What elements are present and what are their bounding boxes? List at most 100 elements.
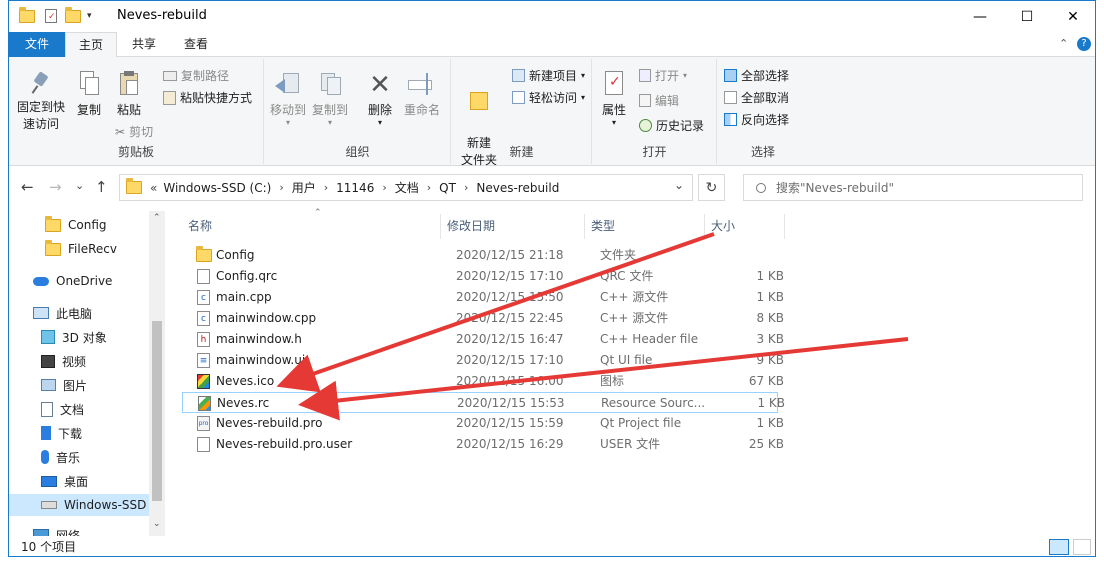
breadcrumb-separator-icon: › xyxy=(323,181,329,194)
quick-access-toolbar: ✓ ▾ xyxy=(19,6,92,25)
new-item-icon xyxy=(512,69,525,82)
cell-date: 2020/12/15 15:50 xyxy=(456,290,564,304)
help-icon[interactable]: ? xyxy=(1077,37,1091,51)
address-box[interactable]: « Windows-SSD (C:) › 用户 › 11146 › 文档 › QT › N… xyxy=(119,174,693,201)
copy-to-button[interactable]: 复制到 ▾ xyxy=(311,71,349,127)
tab-view[interactable]: 查看 xyxy=(171,32,221,57)
invert-selection-button[interactable]: 反向选择 xyxy=(724,111,789,128)
move-to-button[interactable]: 移动到 ▾ xyxy=(269,71,307,127)
scrollbar-thumb[interactable] xyxy=(152,321,162,501)
search-input[interactable]: 搜索"Neves-rebuild" xyxy=(743,174,1083,201)
paste-shortcut-button[interactable]: 粘贴快捷方式 xyxy=(163,89,252,106)
nav-item[interactable]: 网络 xyxy=(9,524,149,536)
select-group-label: 选择 xyxy=(750,145,775,159)
invert-selection-label: 反向选择 xyxy=(741,113,790,127)
nav-item[interactable]: 视频 xyxy=(9,350,149,372)
column-header-name[interactable]: 名称 xyxy=(182,214,441,239)
column-header-date[interactable]: 修改日期 xyxy=(441,214,585,239)
tab-home[interactable]: 主页 xyxy=(65,32,117,58)
breadcrumb-item-drive[interactable]: Windows-SSD (C:) xyxy=(163,181,271,195)
up-button[interactable]: ↑ xyxy=(95,178,108,196)
maximize-button[interactable]: ☐ xyxy=(1004,1,1050,32)
column-header-type[interactable]: 类型 xyxy=(585,214,705,239)
cell-name: Config.qrc xyxy=(216,269,278,283)
customize-chevron-icon[interactable]: ▾ xyxy=(87,11,92,21)
document-icon xyxy=(41,401,53,417)
easy-access-button[interactable]: 轻松访问 ▾ xyxy=(512,89,585,106)
new-item-button[interactable]: 新建项目 ▾ xyxy=(512,67,585,84)
breadcrumb-separator-icon: › xyxy=(279,181,284,194)
table-row[interactable]: pro Neves-rebuild.pro 2020/12/15 15:59 Qt P… xyxy=(182,413,784,434)
recent-locations-chevron-icon[interactable]: ⌄ xyxy=(75,179,84,192)
table-row[interactable]: Neves.rc 2020/12/15 15:53 Resource Sourc..… xyxy=(182,392,785,413)
table-row[interactable]: Config 2020/12/15 21:18 文件夹 xyxy=(182,245,778,266)
back-button[interactable]: ← xyxy=(21,178,34,196)
cell-size: 1 KB xyxy=(756,290,784,304)
table-row[interactable]: Neves.ico 2020/12/15 16:00 图标 67 KB xyxy=(182,371,784,392)
delete-label: 删除 xyxy=(367,103,392,117)
nav-item[interactable]: 桌面 xyxy=(9,470,149,492)
details-view-icon[interactable] xyxy=(1049,539,1069,555)
paste-button[interactable]: 粘贴 xyxy=(111,71,147,119)
cell-type: C++ Header file xyxy=(600,332,699,346)
nav-item[interactable]: OneDrive xyxy=(9,270,149,292)
invert-selection-icon xyxy=(724,113,737,126)
new-folder-quick-icon[interactable] xyxy=(65,6,81,23)
nav-item[interactable]: 音乐 xyxy=(9,446,149,468)
delete-button[interactable]: ✕ 删除 ▾ xyxy=(365,71,395,127)
collapse-ribbon-icon[interactable]: ⌃ xyxy=(1059,37,1068,50)
table-row[interactable]: h mainwindow.h 2020/12/15 16:47 C++ Header … xyxy=(182,329,784,350)
drive-icon xyxy=(41,501,57,509)
open-button[interactable]: 打开 ▾ xyxy=(639,67,687,84)
breadcrumb-item-users[interactable]: 用户 xyxy=(292,179,316,196)
table-row[interactable]: Neves-rebuild.pro.user 2020/12/15 16:29 US… xyxy=(182,434,784,455)
scroll-down-icon[interactable]: ⌄ xyxy=(153,519,161,529)
history-button[interactable]: 历史记录 xyxy=(639,117,704,134)
column-header-size[interactable]: 大小 xyxy=(705,214,785,239)
properties-button[interactable]: ✓ 属性 ▾ xyxy=(597,71,631,127)
nav-item[interactable]: 此电脑 xyxy=(9,302,149,324)
select-all-button[interactable]: 全部选择 xyxy=(724,67,789,84)
close-button[interactable]: ✕ xyxy=(1050,1,1095,32)
breadcrumb-item-documents[interactable]: 文档 xyxy=(395,179,419,196)
nav-item[interactable]: 图片 xyxy=(9,374,149,396)
address-dropdown-chevron-icon[interactable]: ⌄ xyxy=(674,178,684,192)
cell-size xyxy=(724,245,784,266)
breadcrumb-item-current[interactable]: Neves-rebuild xyxy=(476,181,559,195)
navigation-scrollbar[interactable]: ⌃ ⌄ xyxy=(149,211,165,536)
table-row[interactable]: ≡ mainwindow.ui 2020/12/15 17:10 Qt UI file… xyxy=(182,350,784,371)
breadcrumb-item-qt[interactable]: QT xyxy=(439,181,456,195)
nav-item[interactable]: Config xyxy=(9,214,149,236)
copy-path-button[interactable]: 复制路径 xyxy=(163,67,229,84)
properties-quick-icon[interactable]: ✓ xyxy=(45,9,57,23)
nav-item[interactable]: 3D 对象 xyxy=(9,326,149,348)
edit-button[interactable]: 编辑 xyxy=(639,92,679,109)
minimize-button[interactable]: — xyxy=(957,1,1003,32)
large-icons-view-icon[interactable] xyxy=(1073,539,1091,555)
select-none-button[interactable]: 全部取消 xyxy=(724,89,789,106)
copy-button[interactable]: 复制 xyxy=(71,71,107,119)
table-row[interactable]: Config.qrc 2020/12/15 17:10 QRC 文件 1 KB xyxy=(182,266,784,287)
pin-quick-access-button[interactable]: 固定到快速访问 xyxy=(13,71,69,133)
cloud-icon xyxy=(33,276,49,286)
cell-size: 3 KB xyxy=(756,332,784,346)
table-row[interactable]: c mainwindow.cpp 2020/12/15 22:45 C++ 源文件 8 … xyxy=(182,308,784,329)
nav-item[interactable]: 下载 xyxy=(9,422,149,444)
tab-share[interactable]: 共享 xyxy=(119,32,169,57)
select-none-label: 全部取消 xyxy=(741,91,790,105)
tab-file[interactable]: 文件 xyxy=(9,32,65,57)
scroll-up-icon[interactable]: ⌃ xyxy=(153,213,161,223)
pin-icon xyxy=(30,71,52,95)
refresh-button[interactable]: ↻ xyxy=(698,174,725,201)
nav-item-label: FileRecv xyxy=(68,242,117,256)
nav-item[interactable]: FileRecv xyxy=(9,238,149,260)
forward-button[interactable]: → xyxy=(49,178,62,196)
breadcrumb-overflow-icon[interactable]: « xyxy=(150,181,157,195)
nav-item[interactable]: 文档 xyxy=(9,398,149,420)
paste-label: 粘贴 xyxy=(116,103,141,117)
rename-button[interactable]: 重命名 xyxy=(401,71,443,119)
table-row[interactable]: c main.cpp 2020/12/15 15:50 C++ 源文件 1 KB xyxy=(182,287,784,308)
cut-button[interactable]: ✂ 剪切 xyxy=(115,123,153,140)
breadcrumb-item-user[interactable]: 11146 xyxy=(336,181,374,195)
nav-item[interactable]: Windows-SSD xyxy=(9,494,149,516)
